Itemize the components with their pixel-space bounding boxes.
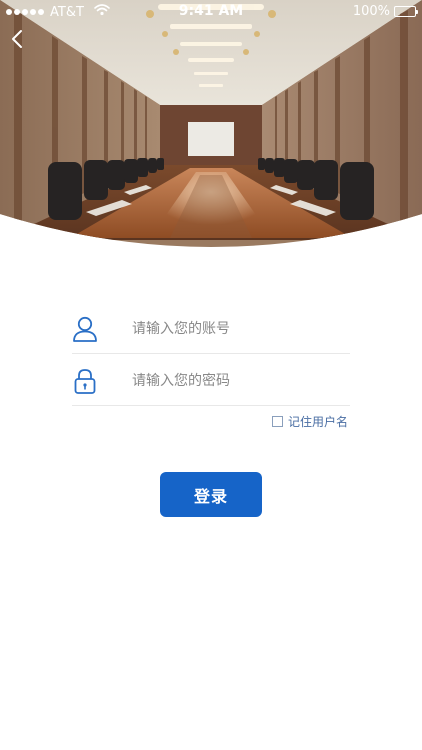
remember-username[interactable]: 记住用户名: [271, 413, 348, 430]
password-input[interactable]: [132, 368, 342, 394]
conference-room-image: [0, 0, 422, 247]
login-form: [72, 306, 350, 406]
remember-label: 记住用户名: [287, 415, 348, 429]
login-button[interactable]: 登录: [160, 472, 262, 517]
remember-checkbox[interactable]: [271, 416, 283, 427]
back-button[interactable]: [6, 28, 28, 50]
status-bar: AT&T 9:41 AM 100%: [0, 0, 422, 24]
account-input[interactable]: [132, 316, 342, 342]
lock-icon: [72, 367, 98, 395]
battery-icon: [394, 6, 418, 17]
chevron-left-icon: [12, 30, 22, 48]
battery-percent: 100%: [352, 4, 390, 19]
account-field: [72, 306, 350, 354]
user-icon: [72, 315, 98, 343]
hero-image: [0, 0, 422, 250]
status-right: 100%: [352, 4, 418, 19]
password-field: [72, 358, 350, 406]
